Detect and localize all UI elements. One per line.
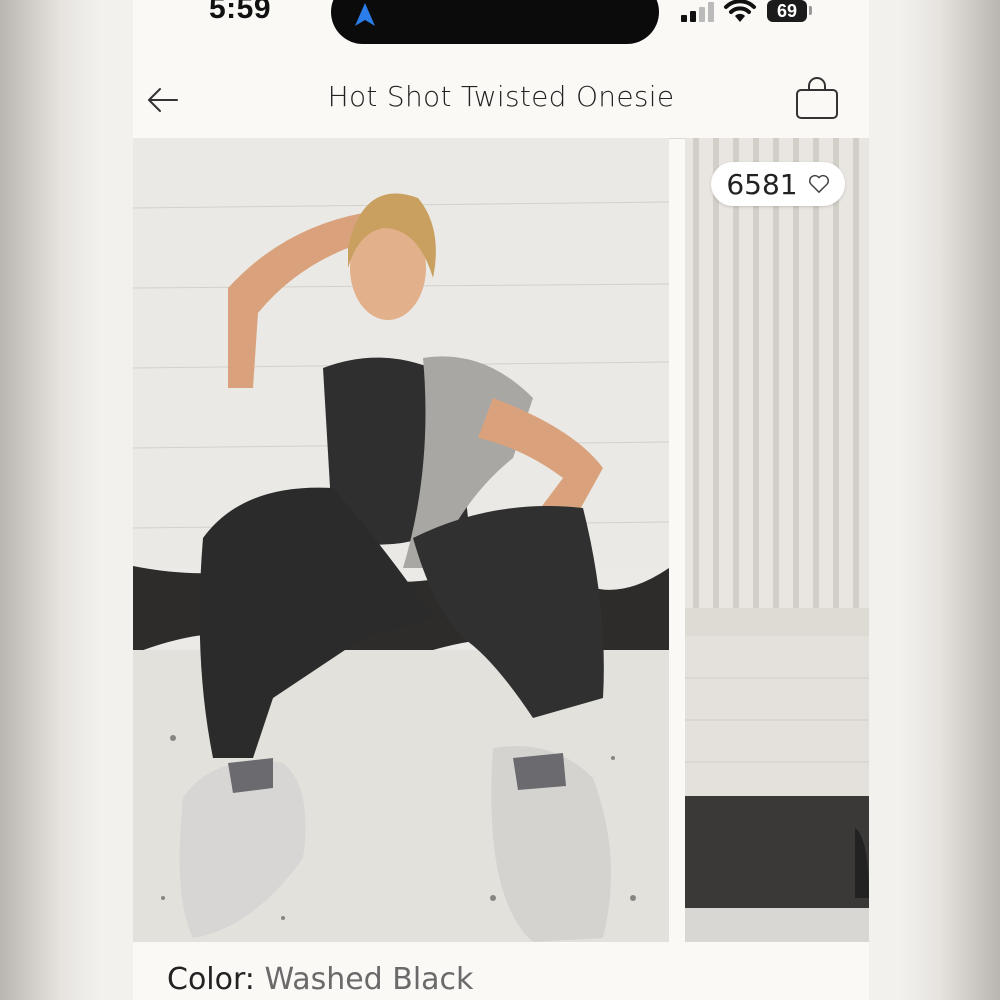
color-label: Color: <box>167 962 255 997</box>
status-time: 5:59 <box>209 0 272 25</box>
battery-nub <box>809 6 812 15</box>
color-value: Washed Black <box>264 962 474 997</box>
heart-icon[interactable] <box>808 174 830 194</box>
dynamic-island <box>331 0 659 44</box>
shopping-bag-icon[interactable] <box>793 74 841 122</box>
location-arrow-icon <box>355 3 375 26</box>
product-photo-next[interactable] <box>685 138 869 942</box>
product-screen: 5:59 69 Hot Shot Twisted Onesie 6581 Col… <box>133 0 869 1000</box>
wifi-icon <box>724 0 756 22</box>
likes-badge[interactable]: 6581 <box>711 162 845 206</box>
signal-icon <box>681 2 714 22</box>
product-photo-main[interactable] <box>133 138 669 942</box>
model-photo-illustration <box>133 138 669 942</box>
likes-count: 6581 <box>726 167 798 201</box>
product-color: Color: Washed Black <box>167 962 473 997</box>
side-photo-illustration <box>685 138 869 942</box>
product-header: Hot Shot Twisted Onesie <box>133 60 869 139</box>
battery-icon: 69 <box>767 0 807 22</box>
page-title: Hot Shot Twisted Onesie <box>327 80 675 113</box>
